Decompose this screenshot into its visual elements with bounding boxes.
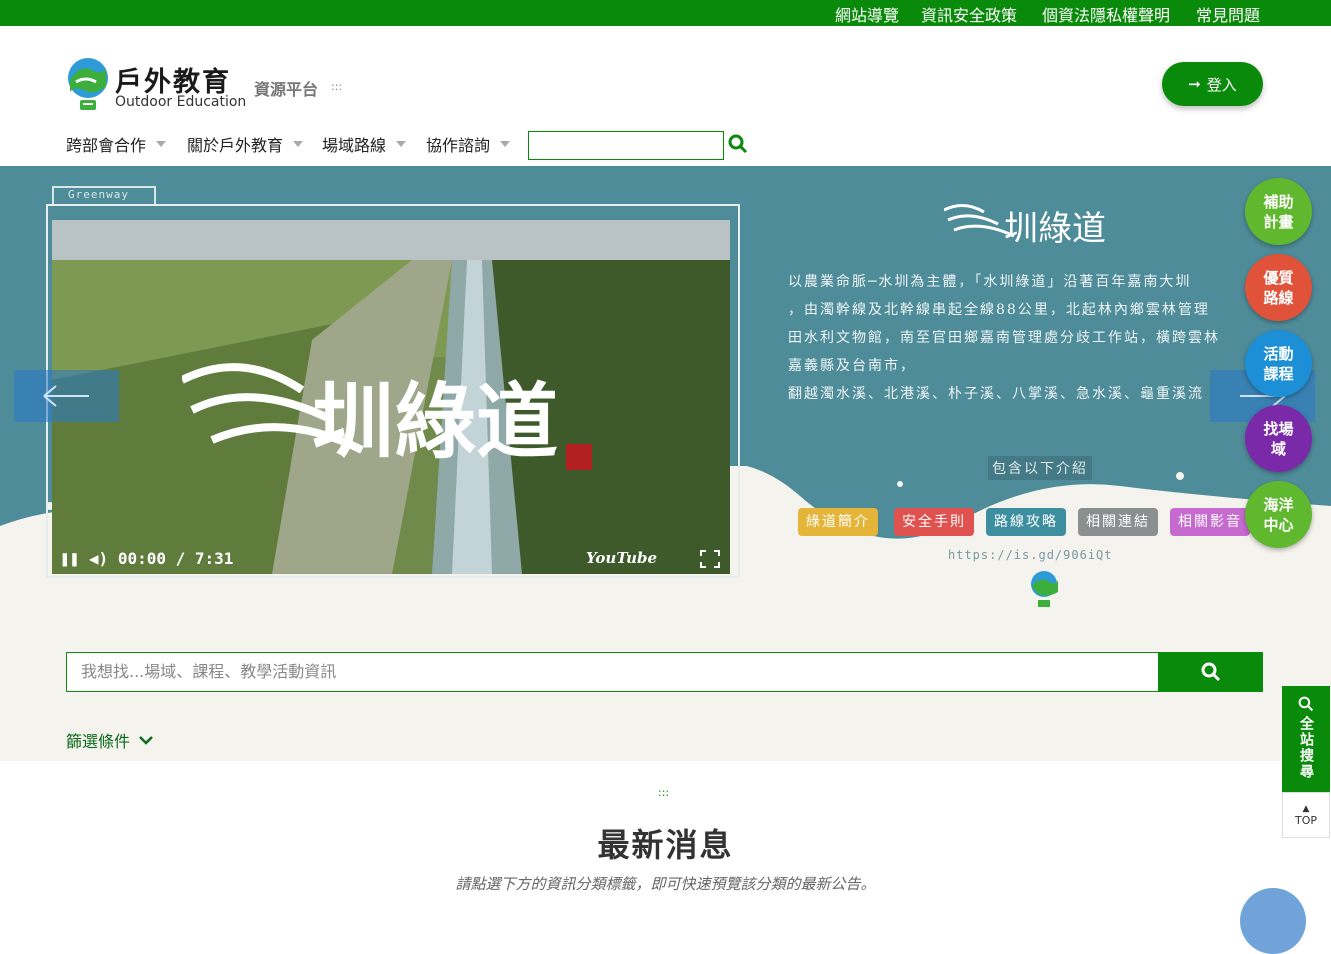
site-search-label: 全站搜尋 bbox=[1298, 716, 1314, 780]
ocean-center-button[interactable]: 海洋中心 bbox=[1245, 481, 1312, 548]
logo-subtitle: Outdoor Education bbox=[115, 94, 247, 110]
nav-item-about[interactable]: 關於戶外教育 bbox=[187, 132, 304, 156]
tag-intro[interactable]: 綠道簡介 bbox=[798, 508, 878, 536]
caret-down-icon bbox=[500, 141, 511, 147]
video-time: 00:00 / 7:31 bbox=[117, 549, 234, 568]
description-line: ，由濁幹線及北幹線串起全線88公里，北起林內鄉雲林管理 bbox=[788, 302, 1210, 318]
float-label: 找場域 bbox=[1263, 419, 1294, 458]
nav-label: 場域路線 bbox=[322, 136, 387, 155]
float-label: 優質路線 bbox=[1263, 268, 1294, 307]
svg-text:圳綠道: 圳綠道 bbox=[312, 374, 558, 470]
greenway-calligraphy-title: 圳綠道 bbox=[182, 363, 592, 470]
tag-route[interactable]: 路線攻略 bbox=[986, 508, 1066, 536]
platform-label: 資源平台 bbox=[254, 80, 319, 99]
privacy-link[interactable]: 個資法隱私權聲明 bbox=[1042, 2, 1170, 26]
security-policy-link[interactable]: 資訊安全政策 bbox=[921, 2, 1017, 26]
nav-item-consult[interactable]: 協作諮詢 bbox=[426, 132, 511, 156]
tag-safety[interactable]: 安全手則 bbox=[894, 508, 974, 536]
nav-label: 跨部會合作 bbox=[66, 136, 147, 155]
nav-label: 關於戶外教育 bbox=[187, 136, 284, 155]
tag-media[interactable]: 相關影音 bbox=[1170, 508, 1250, 536]
login-button[interactable]: ➞ 登入 bbox=[1162, 62, 1263, 106]
caret-down-icon bbox=[156, 141, 167, 147]
outdoor-education-small-logo-icon bbox=[1031, 571, 1058, 607]
top-label: TOP bbox=[1294, 813, 1317, 827]
carousel-prev-button[interactable] bbox=[14, 370, 119, 422]
top-utility-bar: 網站導覽 資訊安全政策 個資法隱私權聲明 常見問題 bbox=[0, 0, 1331, 26]
site-header: 戶外教育 Outdoor Education 資源平台 ::: ➞ 登入 跨部會… bbox=[0, 26, 1331, 166]
filter-toggle[interactable]: 篩選條件 bbox=[66, 728, 154, 752]
arrow-right-icon: ➞ bbox=[1188, 75, 1201, 93]
banner-url: https://is.gd/906iQt bbox=[948, 548, 1113, 562]
volume-icon[interactable]: ◀) bbox=[89, 549, 108, 568]
float-label: 活動課程 bbox=[1263, 344, 1294, 383]
accesskey-marker[interactable]: ::: bbox=[658, 786, 669, 799]
back-to-top-button[interactable]: ▲ TOP bbox=[1282, 792, 1330, 838]
main-search-button[interactable] bbox=[1158, 652, 1263, 692]
news-title: 最新消息 bbox=[597, 826, 734, 864]
activity-course-button[interactable]: 活動課程 bbox=[1245, 330, 1312, 397]
nav-item-sites[interactable]: 場域路線 bbox=[322, 132, 407, 156]
description-line: 田水利文物館，南至官田鄉嘉南管理處分歧工作站，橫跨雲林 bbox=[788, 330, 1220, 346]
youtube-logo[interactable]: YouTube bbox=[586, 549, 657, 567]
chevron-down-icon bbox=[139, 736, 153, 745]
arrow-left-icon bbox=[43, 385, 89, 407]
outdoor-education-logo-icon[interactable] bbox=[66, 56, 110, 112]
accesskey-marker[interactable]: ::: bbox=[331, 80, 342, 93]
nav-item-cross-ministry[interactable]: 跨部會合作 bbox=[66, 132, 167, 156]
float-label: 海洋中心 bbox=[1263, 495, 1294, 534]
search-icon bbox=[1298, 696, 1314, 712]
description-line: 以農業命脈─水圳為主體，「水圳綠道」沿著百年嘉南大圳 bbox=[788, 274, 1192, 290]
video-player[interactable]: 圳綠道 bbox=[52, 220, 730, 574]
quality-route-button[interactable]: 優質路線 bbox=[1245, 254, 1312, 321]
intro-label: 包含以下介紹 bbox=[988, 456, 1092, 480]
subsidy-plan-button[interactable]: 補助計畫 bbox=[1245, 178, 1312, 245]
caret-down-icon bbox=[396, 141, 407, 147]
news-subtitle: 請點選下方的資訊分類標籤，即可快速預覽該分類的最新公告。 bbox=[455, 875, 876, 893]
hero-banner: Greenway 圳綠道 ❚❚ ◀) 00:00 / 7:31 YouTube bbox=[0, 166, 1331, 628]
fullscreen-icon[interactable] bbox=[700, 550, 720, 568]
main-search-input[interactable]: 我想找...場域、課程、教學活動資訊 bbox=[66, 652, 1159, 692]
site-search-button[interactable]: 全站搜尋 bbox=[1282, 686, 1330, 792]
svg-text:圳綠道: 圳綠道 bbox=[1004, 209, 1106, 249]
search-section: 我想找...場域、課程、教學活動資訊 篩選條件 bbox=[0, 628, 1331, 761]
login-label: 登入 bbox=[1206, 75, 1237, 94]
float-label: 補助計畫 bbox=[1263, 192, 1294, 231]
caret-down-icon bbox=[293, 141, 304, 147]
chat-bubble-button[interactable] bbox=[1240, 888, 1306, 954]
sitemap-link[interactable]: 網站導覽 bbox=[835, 2, 899, 26]
faq-link[interactable]: 常見問題 bbox=[1196, 2, 1260, 26]
tag-links[interactable]: 相關連結 bbox=[1078, 508, 1158, 536]
filter-label: 篩選條件 bbox=[66, 732, 131, 751]
search-icon[interactable] bbox=[728, 134, 748, 154]
video-controls[interactable]: ❚❚ ◀) 00:00 / 7:31 bbox=[60, 549, 233, 568]
greenway-tab: Greenway bbox=[52, 186, 156, 206]
find-venue-button[interactable]: 找場域 bbox=[1245, 405, 1312, 472]
nav-search-input[interactable] bbox=[528, 131, 724, 160]
pause-icon[interactable]: ❚❚ bbox=[60, 549, 79, 568]
nav-label: 協作諮詢 bbox=[426, 136, 491, 155]
search-icon bbox=[1201, 662, 1220, 682]
greenway-logo: 圳綠道 bbox=[944, 204, 1106, 249]
caret-up-icon: ▲ bbox=[1302, 803, 1310, 814]
